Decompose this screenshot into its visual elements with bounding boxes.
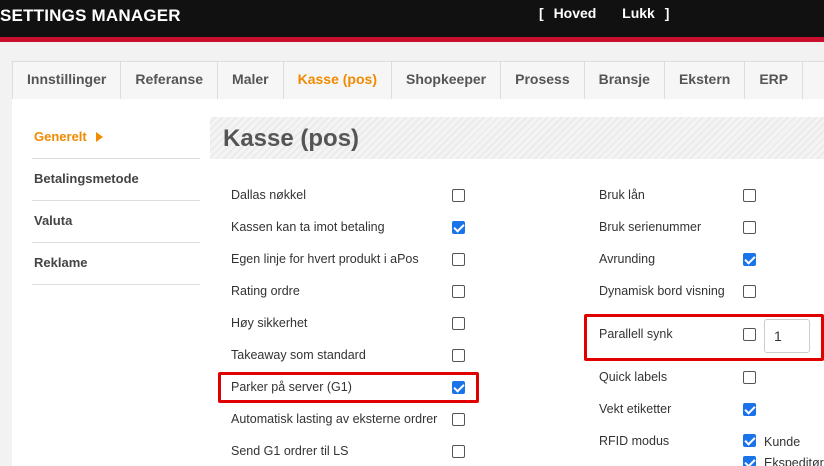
- checkbox-rfid-ekspeditor[interactable]: [743, 456, 756, 466]
- option-label: Bruk serienummer: [599, 220, 702, 234]
- option-label: Vekt etiketter: [599, 402, 672, 416]
- checkbox-parallell-synk[interactable]: [743, 328, 756, 341]
- option-label: Bruk lån: [599, 188, 645, 202]
- nav-link-home[interactable]: Hoved: [554, 5, 597, 21]
- checkbox-kassen-betaling[interactable]: [452, 221, 465, 234]
- tab-kasse-pos[interactable]: Kasse (pos): [283, 62, 392, 99]
- option-label: Parker på server (G1): [231, 380, 352, 394]
- checkbox-hoy-sikkerhet[interactable]: [452, 317, 465, 330]
- sidebar-item-reklame[interactable]: Reklame: [32, 243, 200, 285]
- tab-referanse[interactable]: Referanse: [121, 62, 219, 99]
- page-title: Kasse (pos): [223, 125, 360, 152]
- bracket-left: [: [539, 5, 544, 21]
- parallell-synk-input[interactable]: 1: [764, 319, 810, 353]
- tab-innstillinger[interactable]: Innstillinger: [13, 62, 122, 99]
- option-label: Quick labels: [599, 370, 668, 384]
- tab-bransje[interactable]: Bransje: [585, 62, 665, 99]
- option-label: Automatisk lasting av eksterne ordrer: [231, 412, 438, 426]
- sidebar-item-generelt[interactable]: Generelt: [32, 117, 200, 159]
- checkbox-rating-ordre[interactable]: [452, 285, 465, 298]
- option-label: Egen linje for hvert produkt i aPos: [231, 252, 419, 266]
- option-label: Avrunding: [599, 252, 656, 266]
- option-label: Høy sikkerhet: [231, 316, 308, 330]
- sidebar-item-betalingsmetode[interactable]: Betalingsmetode: [32, 159, 200, 201]
- app-title: SETTINGS MANAGER: [0, 6, 181, 25]
- bracket-right: ]: [664, 5, 670, 21]
- checkbox-dallas-nokkel[interactable]: [452, 189, 465, 202]
- checkbox-egen-linje[interactable]: [452, 253, 465, 266]
- sidebar-item-label: Generelt: [34, 129, 87, 144]
- arrow-right-icon: [95, 132, 103, 142]
- option-label: RFID modus: [599, 434, 670, 448]
- tab-prosess[interactable]: Prosess: [501, 62, 585, 99]
- content-panel: Generelt Betalingsmetode Valuta Reklame …: [12, 99, 824, 466]
- checkbox-parker-server[interactable]: [452, 381, 465, 394]
- side-nav: Generelt Betalingsmetode Valuta Reklame: [32, 117, 200, 285]
- checkbox-send-g1-ls[interactable]: [452, 445, 465, 458]
- sidebar-item-valuta[interactable]: Valuta: [32, 201, 200, 243]
- option-label: Dynamisk bord visning: [599, 284, 725, 298]
- tab-bar: Innstillinger Referanse Maler Kasse (pos…: [12, 61, 824, 99]
- option-label: Kassen kan ta imot betaling: [231, 220, 385, 234]
- checkbox-rfid-kunde[interactable]: [743, 434, 756, 447]
- checkbox-automatisk-lasting[interactable]: [452, 413, 465, 426]
- tab-erp[interactable]: ERP: [745, 62, 804, 99]
- nav-link-close[interactable]: Lukk: [622, 5, 655, 21]
- option-label: Parallell synk: [599, 327, 673, 341]
- tab-ekstern[interactable]: Ekstern: [665, 62, 746, 99]
- checkbox-quick-labels[interactable]: [743, 371, 756, 384]
- checkbox-vekt-etiketter[interactable]: [743, 403, 756, 416]
- option-label: Send G1 ordrer til LS: [231, 444, 349, 458]
- tab-shopkeeper[interactable]: Shopkeeper: [392, 62, 502, 99]
- checkbox-avrunding[interactable]: [743, 253, 756, 266]
- option-label: Dallas nøkkel: [231, 188, 307, 202]
- rfid-option-label: Kunde: [764, 435, 801, 449]
- option-label: Takeaway som standard: [231, 348, 366, 362]
- section-header: Kasse (pos): [210, 117, 824, 159]
- tab-maler[interactable]: Maler: [218, 62, 284, 99]
- rfid-option-label: Ekspeditør: [764, 456, 824, 466]
- checkbox-bruk-lan[interactable]: [743, 189, 756, 202]
- checkbox-bruk-serienummer[interactable]: [743, 221, 756, 234]
- top-nav: [ Hoved Lukk ]: [533, 5, 675, 21]
- checkbox-takeaway[interactable]: [452, 349, 465, 362]
- option-label: Rating ordre: [231, 284, 300, 298]
- top-bar: SETTINGS MANAGER [ Hoved Lukk ]: [0, 0, 824, 42]
- checkbox-dynamisk-bord[interactable]: [743, 285, 756, 298]
